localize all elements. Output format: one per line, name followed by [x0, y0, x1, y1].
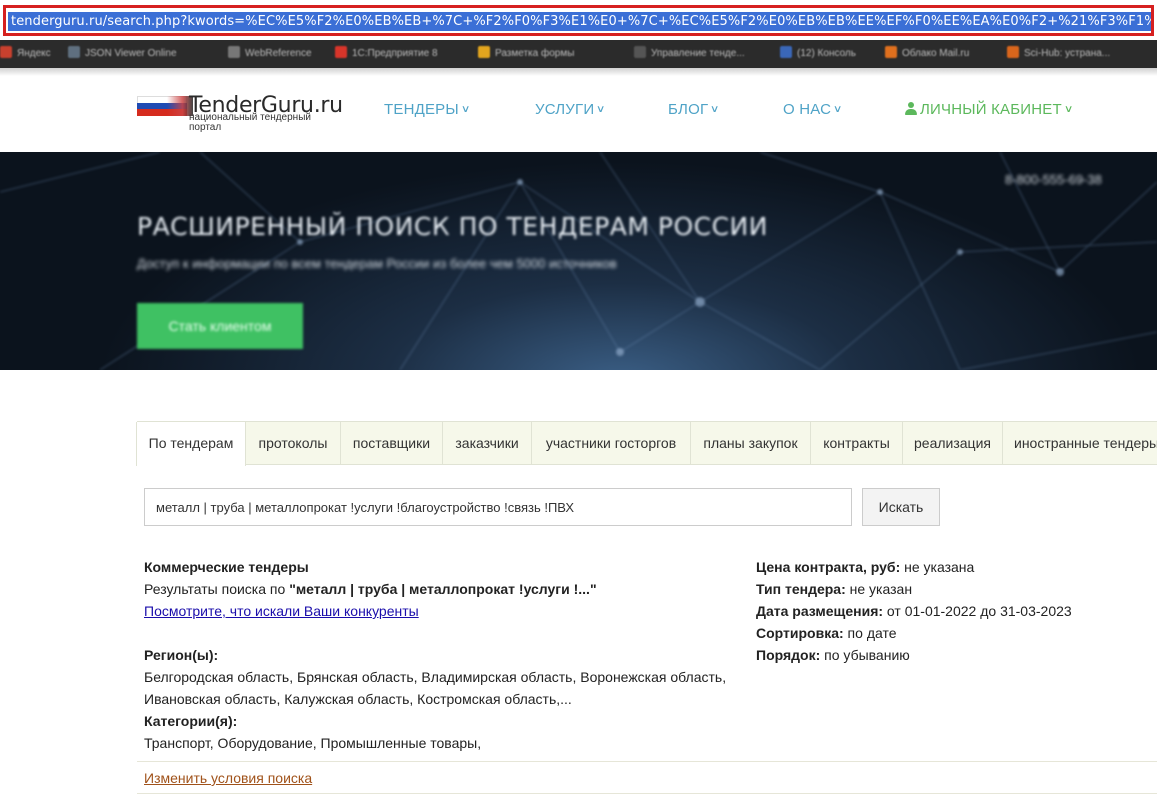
categories-label: Категории(я):: [144, 713, 238, 729]
hero-banner: 8-800-555-69-38 РАСШИРЕННЫЙ ПОИСК ПО ТЕН…: [0, 152, 1157, 370]
date-info: Дата размещения: от 01-01-2022 до 31-03-…: [756, 603, 1072, 619]
nav-tenders[interactable]: ТЕНДЕРЫ ∨: [384, 101, 471, 119]
regions-list-continued: Ивановская область, Калужская область, К…: [144, 691, 572, 707]
price-info: Цена контракта, руб: не указана: [756, 559, 975, 575]
bookmark-item[interactable]: JSON Viewer Online: [68, 46, 177, 62]
hero-title: РАСШИРЕННЫЙ ПОИСК ПО ТЕНДЕРАМ РОССИИ: [137, 212, 768, 241]
tab-contracts[interactable]: контракты: [811, 422, 903, 464]
bookmark-item[interactable]: Управление тенде...: [634, 46, 745, 62]
bookmark-favicon-icon: [885, 46, 897, 58]
search-button[interactable]: Искать: [862, 488, 940, 526]
regions-list: Белгородская область, Брянская область, …: [144, 669, 727, 685]
tab-gov-participants[interactable]: участники госторгов: [532, 422, 691, 464]
bookmark-favicon-icon: [1007, 46, 1019, 58]
tab-foreign-tenders[interactable]: иностранные тендеры: [1003, 422, 1157, 464]
bookmark-favicon-icon: [780, 46, 792, 58]
bookmark-item[interactable]: Разметка формы: [478, 46, 574, 62]
bookmark-item[interactable]: Облако Mail.ru: [885, 46, 969, 62]
results-heading: Коммерческие тендеры: [144, 559, 309, 575]
bookmark-favicon-icon: [634, 46, 646, 58]
tab-sales[interactable]: реализация: [903, 422, 1003, 464]
bookmarks-shadow: [0, 68, 1157, 76]
tab-protocols[interactable]: протоколы: [246, 422, 341, 464]
nav-services[interactable]: УСЛУГИ ∨: [535, 101, 607, 119]
url-field[interactable]: tenderguru.ru/search.php?kwords=%EC%E5%F…: [3, 5, 1154, 36]
url-text[interactable]: tenderguru.ru/search.php?kwords=%EC%E5%F…: [8, 12, 1151, 31]
tab-procurement-plans[interactable]: планы закупок: [691, 422, 811, 464]
search-input[interactable]: [144, 488, 852, 526]
chevron-down-icon: ∨: [833, 104, 843, 115]
nav-blog[interactable]: БЛОГ ∨: [668, 101, 720, 119]
chevron-down-icon: ∨: [1063, 104, 1074, 115]
results-query: Результаты поиска по "металл | труба | м…: [144, 581, 597, 597]
tab-tenders[interactable]: По тендерам: [136, 422, 246, 466]
change-search-link[interactable]: Изменить условия поиска: [144, 769, 312, 787]
chevron-down-icon: ∨: [460, 104, 471, 115]
chevron-down-icon: ∨: [596, 104, 607, 115]
bookmarks-bar: Яндекс JSON Viewer Online WebReference 1…: [0, 40, 1157, 68]
site-logo[interactable]: TenderGuru.ru национальный тендерный пор…: [137, 93, 343, 137]
hero-phone: 8-800-555-69-38: [1005, 172, 1102, 187]
logo-subtitle: национальный тендерный портал: [189, 112, 311, 133]
tender-type-info: Тип тендера: не указан: [756, 581, 913, 597]
tab-customers[interactable]: заказчики: [443, 422, 532, 464]
bookmark-favicon-icon: [0, 46, 12, 58]
sort-info: Сортировка: по дате: [756, 625, 897, 641]
become-client-button[interactable]: Стать клиентом: [137, 303, 303, 349]
nav-about[interactable]: О НАС ∨: [783, 101, 843, 119]
competitors-link[interactable]: Посмотрите, что искали Ваши конкуренты: [144, 602, 419, 620]
divider: [137, 761, 1157, 762]
divider: [137, 793, 1157, 794]
order-info: Порядок: по убыванию: [756, 647, 910, 663]
bookmark-item[interactable]: (12) Консоль: [780, 46, 856, 62]
user-icon: [905, 102, 917, 115]
hero-subtitle: Доступ к информации по всем тендерам Рос…: [137, 256, 617, 271]
chevron-down-icon: ∨: [710, 104, 720, 115]
bookmark-item[interactable]: 1С:Предприятие 8: [335, 46, 438, 62]
bookmark-favicon-icon: [478, 46, 490, 58]
regions-label: Регион(ы):: [144, 647, 219, 663]
bookmark-item[interactable]: Яндекс: [0, 46, 51, 62]
browser-url-bar: tenderguru.ru/search.php?kwords=%EC%E5%F…: [0, 0, 1157, 40]
nav-personal-cabinet[interactable]: ЛИЧНЫЙ КАБИНЕТ ∨: [905, 101, 1074, 119]
tab-suppliers[interactable]: поставщики: [341, 422, 443, 464]
bookmark-item[interactable]: Sci-Hub: устрана...: [1007, 46, 1110, 62]
bookmark-item[interactable]: WebReference: [228, 46, 312, 62]
categories-list: Транспорт, Оборудование, Промышленные то…: [144, 735, 482, 751]
search-tabs: По тендерам протоколы поставщики заказчи…: [136, 421, 1157, 466]
bookmark-favicon-icon: [68, 46, 80, 58]
bookmark-favicon-icon: [335, 46, 347, 58]
bookmark-favicon-icon: [228, 46, 240, 58]
